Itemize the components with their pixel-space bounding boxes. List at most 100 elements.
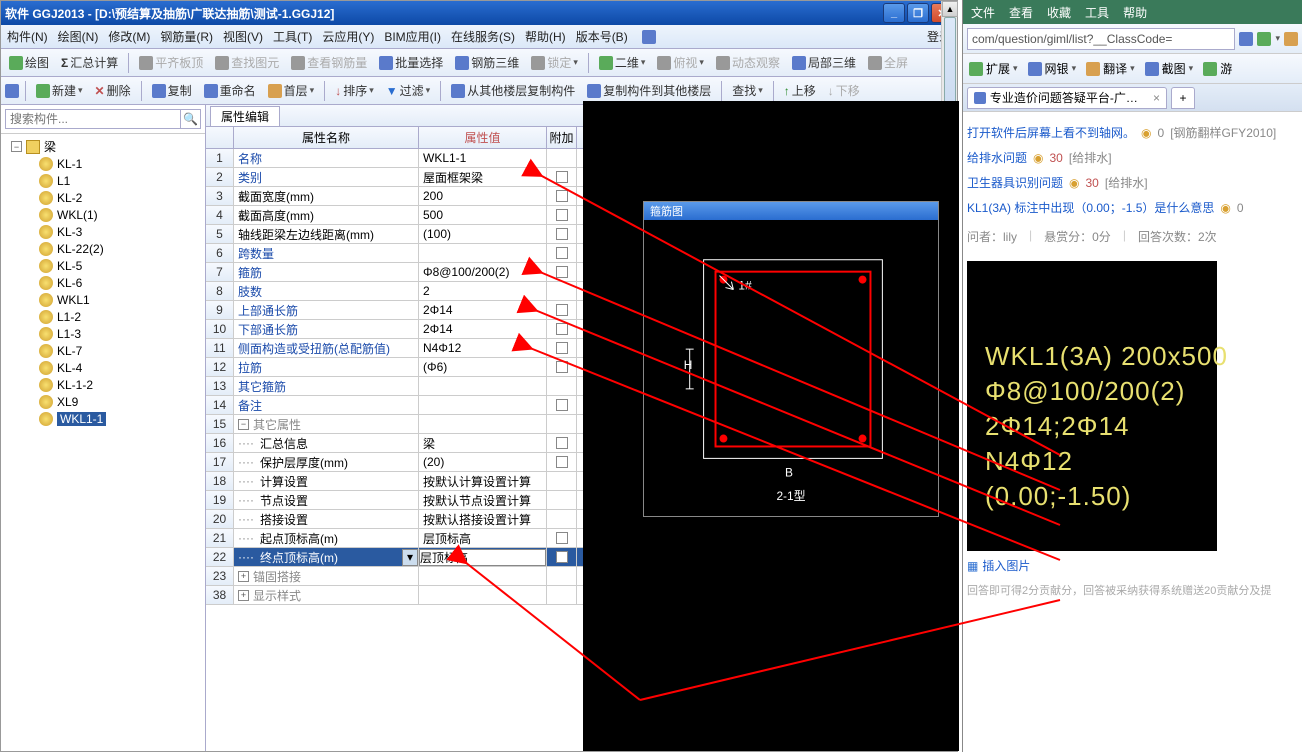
scroll-up[interactable]: ▲ xyxy=(942,1,958,17)
tab-close-icon[interactable]: × xyxy=(1153,91,1160,105)
menu-item[interactable]: 视图(V) xyxy=(223,28,263,45)
menu-item[interactable]: 修改(M) xyxy=(108,28,150,45)
collapse-icon[interactable]: − xyxy=(11,141,22,152)
copyto-button[interactable]: 复制构件到其他楼层 xyxy=(583,82,715,99)
checkbox[interactable] xyxy=(556,247,568,259)
checkbox[interactable] xyxy=(556,456,568,468)
tri-button[interactable]: 钢筋三维 xyxy=(451,54,523,71)
sort-button[interactable]: ↓排序▾ xyxy=(331,82,378,99)
down-button[interactable]: ↓下移 xyxy=(824,82,864,99)
tree-item[interactable]: KL-1 xyxy=(35,155,205,172)
delete-button[interactable]: ✕删除 xyxy=(91,82,135,99)
search-icon[interactable]: 🔍 xyxy=(181,109,201,129)
checkbox[interactable] xyxy=(556,361,568,373)
checkbox[interactable] xyxy=(556,342,568,354)
checkbox[interactable] xyxy=(556,304,568,316)
insert-pic-link[interactable]: ▦插入图片 xyxy=(967,557,1298,574)
lock-button[interactable]: 锁定▾ xyxy=(527,54,582,71)
qa-item[interactable]: 卫生器具识别问题 ◉30 [给排水] xyxy=(967,170,1298,195)
go-icon[interactable] xyxy=(1257,32,1271,46)
menu-item[interactable]: 在线服务(S) xyxy=(451,28,515,45)
checkbox[interactable] xyxy=(556,228,568,240)
up-button[interactable]: ↑上移 xyxy=(780,82,820,99)
anim-button[interactable]: 动态观察 xyxy=(712,54,784,71)
checkbox[interactable] xyxy=(556,437,568,449)
tree-item[interactable]: KL-3 xyxy=(35,223,205,240)
copy-button[interactable]: 复制 xyxy=(148,82,196,99)
sum-button[interactable]: Σ汇总计算 xyxy=(57,54,122,71)
qa-item[interactable]: 打开软件后屏幕上看不到轴网。 ◉0 [钢筋翻样GFY2010] xyxy=(967,120,1298,145)
ext-button[interactable]: 扩展▾ xyxy=(969,60,1018,77)
menu-icon[interactable] xyxy=(642,30,656,44)
menu-item[interactable]: 钢筋量(R) xyxy=(160,28,213,45)
back-icon[interactable] xyxy=(5,84,19,98)
top-button[interactable]: 俯视▾ xyxy=(653,54,708,71)
browser-tab[interactable]: 专业造价问题答疑平台-广联达 × xyxy=(967,87,1167,109)
menu-item[interactable]: 帮助(H) xyxy=(525,28,566,45)
tree-item[interactable]: WKL1 xyxy=(35,291,205,308)
tree-item[interactable]: L1 xyxy=(35,172,205,189)
menu-item[interactable]: 版本号(B) xyxy=(576,28,628,45)
tree-item[interactable]: WKL(1) xyxy=(35,206,205,223)
minimize-button[interactable]: _ xyxy=(883,3,905,23)
address-bar[interactable]: com/question/giml/list?__ClassCode= xyxy=(967,28,1235,50)
search-button[interactable]: 查找▾ xyxy=(728,82,767,99)
tree-item[interactable]: KL-2 xyxy=(35,189,205,206)
checkbox[interactable] xyxy=(556,323,568,335)
browser-menu[interactable]: 文件 xyxy=(971,4,995,21)
checkbox[interactable] xyxy=(556,266,568,278)
tree-item[interactable]: KL-22(2) xyxy=(35,240,205,257)
menu-item[interactable]: 构件(N) xyxy=(7,28,48,45)
checkbox[interactable] xyxy=(556,399,568,411)
tree-item[interactable]: XL9 xyxy=(35,393,205,410)
filter-button[interactable]: ▼过滤▾ xyxy=(382,82,434,99)
menu-item[interactable]: 工具(T) xyxy=(273,28,312,45)
batch-button[interactable]: 批量选择 xyxy=(375,54,447,71)
menu-item[interactable]: 云应用(Y) xyxy=(322,28,374,45)
checkbox[interactable] xyxy=(556,532,568,544)
refresh-icon[interactable] xyxy=(1239,32,1253,46)
checkbox[interactable] xyxy=(556,171,568,183)
maximize-button[interactable]: ❐ xyxy=(907,3,929,23)
tree-item[interactable]: KL-7 xyxy=(35,342,205,359)
trans-button[interactable]: 翻译▾ xyxy=(1086,60,1135,77)
new-tab-button[interactable]: + xyxy=(1171,87,1195,109)
property-tab[interactable]: 属性编辑 xyxy=(210,106,280,126)
tree-item[interactable]: KL-1-2 xyxy=(35,376,205,393)
browser-menu[interactable]: 工具 xyxy=(1085,4,1109,21)
menu-item[interactable]: BIM应用(I) xyxy=(384,28,441,45)
checkbox[interactable] xyxy=(556,190,568,202)
checkbox[interactable] xyxy=(556,551,568,563)
browser-menu[interactable]: 查看 xyxy=(1009,4,1033,21)
bank-button[interactable]: 网银▾ xyxy=(1028,60,1077,77)
rename-button[interactable]: 重命名 xyxy=(200,82,260,99)
qa-item[interactable]: KL1(3A) 标注中出现（0.00；-1.5）是什么意思 ◉0 xyxy=(967,195,1298,220)
rebar-button[interactable]: 查看钢筋量 xyxy=(287,54,371,71)
copyfrom-button[interactable]: 从其他楼层复制构件 xyxy=(447,82,579,99)
shot-button[interactable]: 截图▾ xyxy=(1145,60,1194,77)
menu-item[interactable]: 绘图(N) xyxy=(58,28,99,45)
find-button[interactable]: 查找图元 xyxy=(211,54,283,71)
search-input[interactable] xyxy=(5,109,181,129)
floor-select[interactable]: 首层▾ xyxy=(264,82,319,99)
dim-button[interactable]: 二维▾ xyxy=(595,54,650,71)
tree-item[interactable]: WKL1-1 xyxy=(35,410,205,427)
browser-menu[interactable]: 收藏 xyxy=(1047,4,1071,21)
fav-icon[interactable] xyxy=(1284,32,1298,46)
browser-menu[interactable]: 帮助 xyxy=(1123,4,1147,21)
new-button[interactable]: 新建▾ xyxy=(32,82,87,99)
tree-item[interactable]: L1-3 xyxy=(35,325,205,342)
draw-button[interactable]: 绘图 xyxy=(5,54,53,71)
tree-item[interactable]: L1-2 xyxy=(35,308,205,325)
qa-item[interactable]: 给排水问题 ◉30 [给排水] xyxy=(967,145,1298,170)
checkbox[interactable] xyxy=(556,209,568,221)
level-button[interactable]: 平齐板顶 xyxy=(135,54,207,71)
part-button[interactable]: 局部三维 xyxy=(788,54,860,71)
tree-root-node[interactable]: − 梁 xyxy=(7,138,205,155)
full-button[interactable]: 全屏 xyxy=(864,54,912,71)
tree-item[interactable]: KL-4 xyxy=(35,359,205,376)
tree-item[interactable]: KL-5 xyxy=(35,257,205,274)
property-value-input[interactable] xyxy=(419,549,546,566)
game-button[interactable]: 游 xyxy=(1203,60,1232,77)
tree-item[interactable]: KL-6 xyxy=(35,274,205,291)
